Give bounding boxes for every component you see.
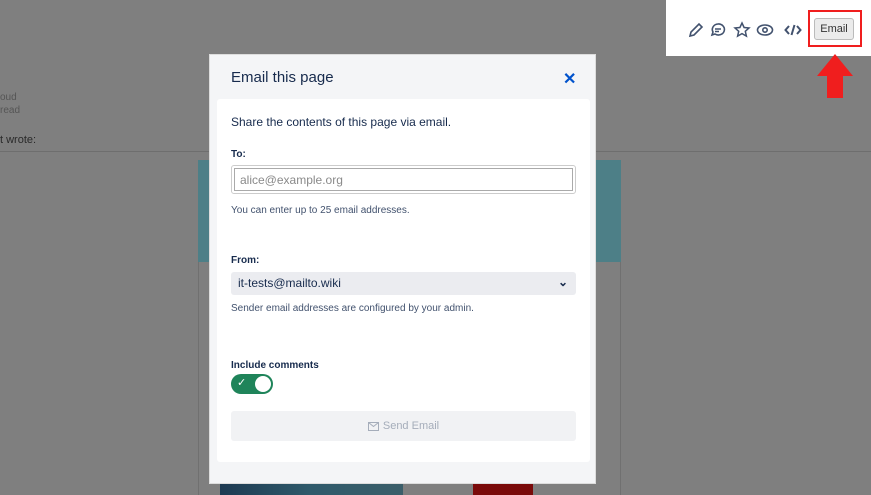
background-quote-author: t wrote: [0,134,37,146]
to-label: To: [231,149,246,160]
dialog-body: Share the contents of this page via emai… [217,99,590,462]
comments-label: Include comments [231,360,319,371]
to-field-wrapper [231,165,576,194]
background-text: oud [0,92,17,103]
check-icon: ✓ [237,377,247,389]
from-select[interactable]: it-tests@mailto.wiki ⌄ [231,272,576,295]
send-email-button[interactable]: Send Email [231,411,576,441]
pencil-icon[interactable] [687,21,705,39]
comment-icon[interactable] [709,21,727,39]
toggle-knob [255,376,271,392]
page-toolbar: Email [666,0,871,56]
from-label: From: [231,255,260,266]
from-hint: Sender email addresses are configured by… [231,303,474,314]
star-icon[interactable] [733,21,751,39]
code-icon[interactable] [784,21,802,39]
include-comments-toggle[interactable]: ✓ [231,374,273,394]
send-email-label: Send Email [382,420,440,432]
arrow-up-icon [817,54,853,98]
chevron-down-icon: ⌄ [557,275,568,289]
highlight-box [808,10,862,47]
from-value: it-tests@mailto.wiki [238,276,341,290]
background-image [220,484,403,495]
intro-text: Share the contents of this page via emai… [231,115,452,129]
envelope-icon [367,421,379,431]
to-hint: You can enter up to 25 email addresses. [231,205,410,216]
eye-icon[interactable] [756,21,774,39]
to-input[interactable] [234,168,573,191]
background-pdf-icon [473,484,533,495]
email-dialog: Email this page ✕ Share the contents of … [209,54,596,484]
dialog-title: Email this page [231,69,334,86]
close-icon[interactable]: ✕ [563,69,576,89]
background-text: read [0,105,21,116]
